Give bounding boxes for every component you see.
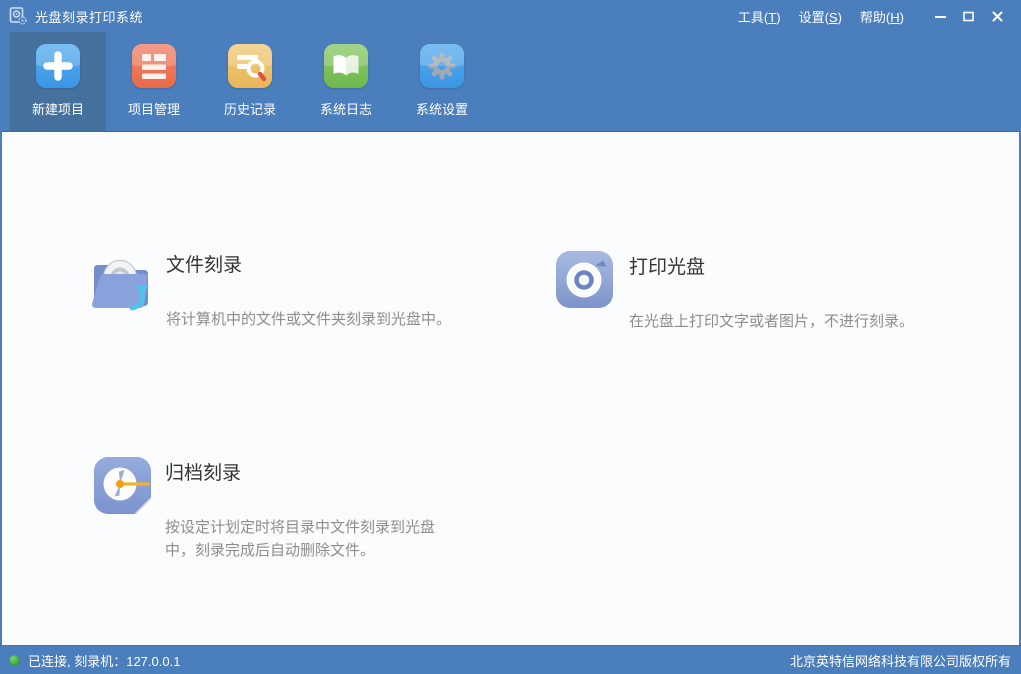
card-description: 在光盘上打印文字或者图片，不进行刻录。 xyxy=(629,310,914,333)
print-disc-icon xyxy=(556,251,613,333)
toolbar-item-label: 历史记录 xyxy=(224,99,276,118)
folder-disc-icon xyxy=(90,249,152,331)
book-icon xyxy=(324,44,368,88)
toolbar-item-project-management[interactable]: 项目管理 xyxy=(106,32,202,131)
archive-clock-icon xyxy=(94,457,151,562)
search-list-icon xyxy=(228,44,272,88)
card-file-burn[interactable]: 文件刻录 将计算机中的文件或文件夹刻录到光盘中。 xyxy=(90,249,451,331)
toolbar-item-label: 系统设置 xyxy=(416,99,468,118)
main-toolbar: 新建项目 项目管理 历史记录 xyxy=(0,32,1021,131)
toolbar-item-label: 新建项目 xyxy=(32,99,84,118)
toolbar-item-new-project[interactable]: 新建项目 xyxy=(10,32,106,131)
toolbar-item-label: 项目管理 xyxy=(128,99,180,118)
toolbar-item-system-log[interactable]: 系统日志 xyxy=(298,32,394,131)
menu-tools[interactable]: 工具(T) xyxy=(729,3,790,30)
card-description: 将计算机中的文件或文件夹刻录到光盘中。 xyxy=(166,308,451,331)
close-icon[interactable] xyxy=(983,5,1011,27)
toolbar-item-label: 系统日志 xyxy=(320,99,372,118)
minimize-icon[interactable] xyxy=(927,5,955,27)
main-content: 文件刻录 将计算机中的文件或文件夹刻录到光盘中。 打印光盘 在光盘上打印文字或者… xyxy=(2,131,1019,645)
window-title: 光盘刻录打印系统 xyxy=(35,7,143,26)
card-print-disc[interactable]: 打印光盘 在光盘上打印文字或者图片，不进行刻录。 xyxy=(556,251,914,333)
plus-icon xyxy=(36,44,80,88)
status-bar: 已连接, 刻录机：127.0.0.1 北京英特信网络科技有限公司版权所有 xyxy=(0,645,1021,674)
card-title: 文件刻录 xyxy=(166,250,451,277)
card-title: 归档刻录 xyxy=(165,458,450,485)
list-icon xyxy=(132,44,176,88)
gear-icon xyxy=(420,44,464,88)
menu-settings[interactable]: 设置(S) xyxy=(790,3,851,30)
card-description: 按设定计划定时将目录中文件刻录到光盘中，刻录完成后自动删除文件。 xyxy=(165,516,450,562)
toolbar-item-system-settings[interactable]: 系统设置 xyxy=(394,32,490,131)
connected-status-icon xyxy=(9,655,20,666)
card-archive-burn[interactable]: 归档刻录 按设定计划定时将目录中文件刻录到光盘中，刻录完成后自动删除文件。 xyxy=(94,457,450,562)
toolbar-item-history[interactable]: 历史记录 xyxy=(202,32,298,131)
connection-status: 已连接, 刻录机：127.0.0.1 xyxy=(28,651,180,670)
title-bar: 光盘刻录打印系统 工具(T) 设置(S) 帮助(H) xyxy=(0,0,1021,32)
card-title: 打印光盘 xyxy=(629,252,914,279)
app-logo-icon xyxy=(8,6,28,26)
menu-help[interactable]: 帮助(H) xyxy=(851,3,913,30)
copyright-text: 北京英特信网络科技有限公司版权所有 xyxy=(790,651,1011,670)
maximize-icon[interactable] xyxy=(955,5,983,27)
